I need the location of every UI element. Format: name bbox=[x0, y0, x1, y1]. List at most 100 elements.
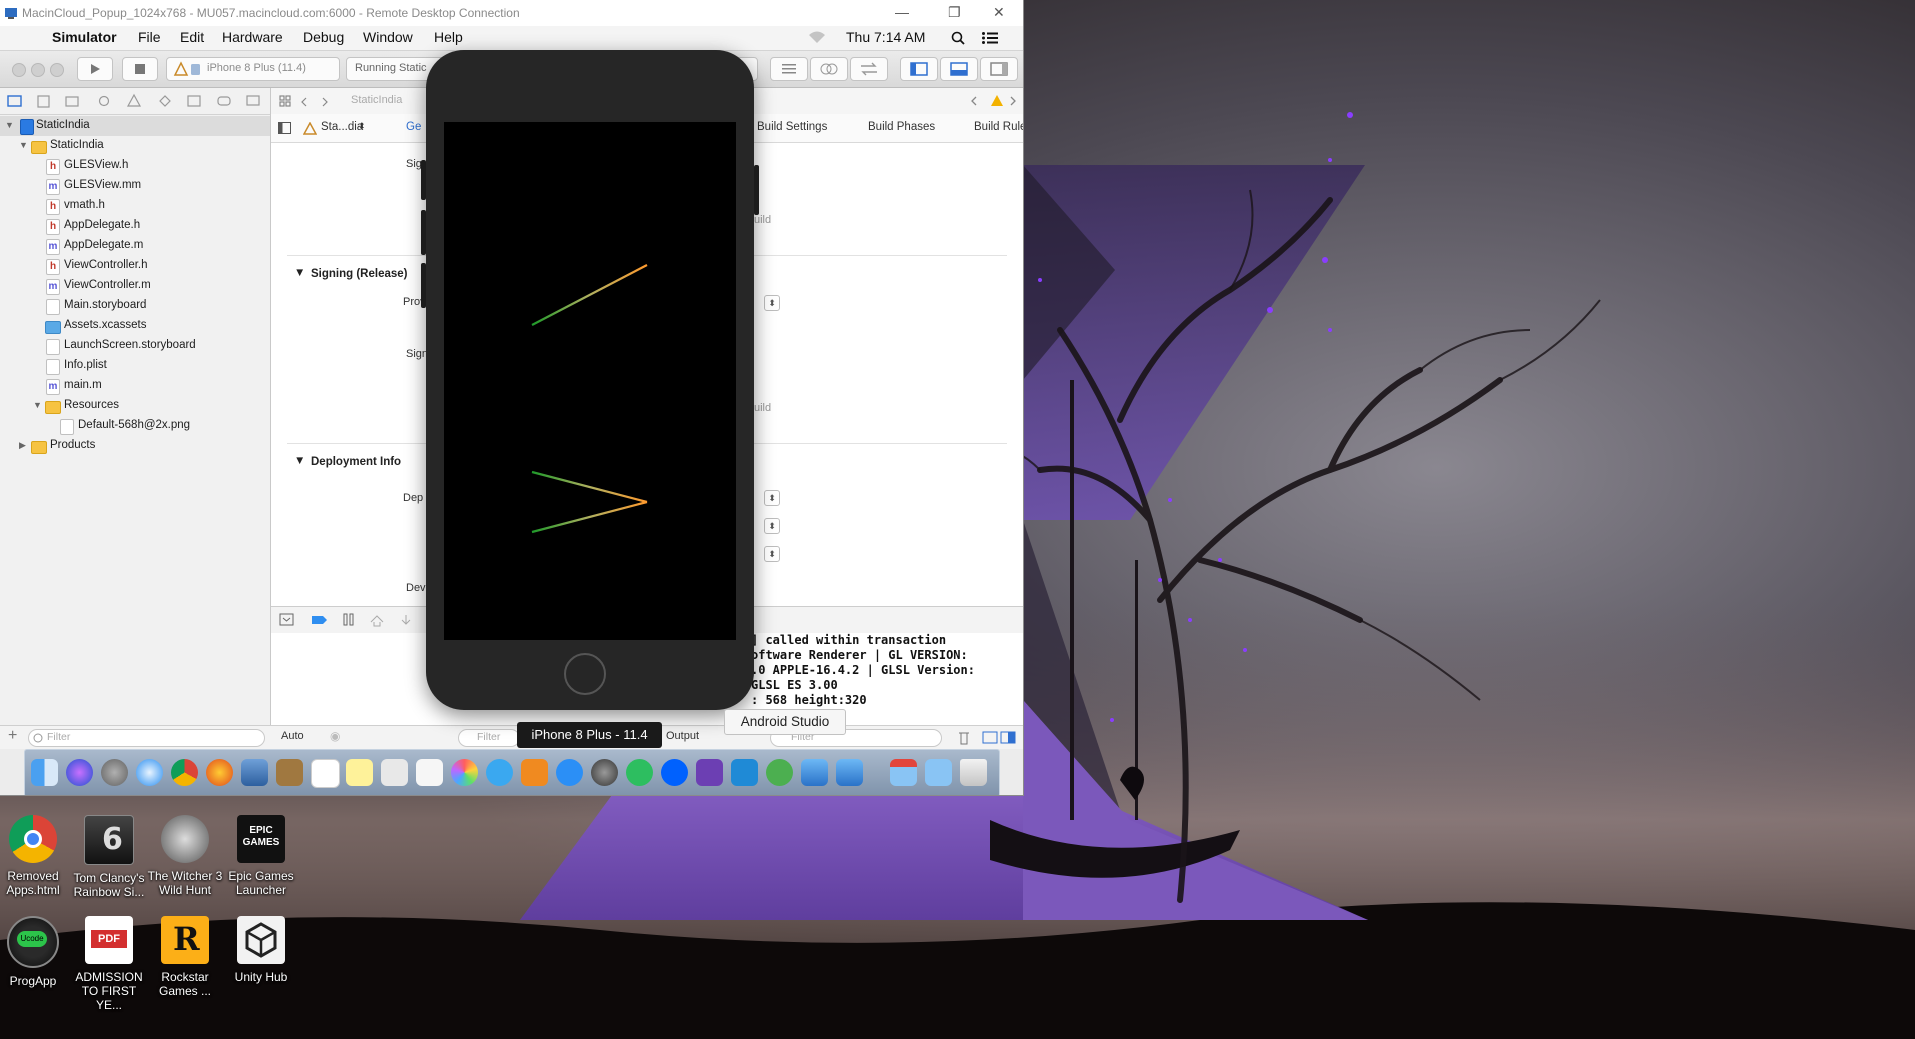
scheme-selector[interactable]: iPhone 8 Plus (11.4) bbox=[166, 57, 340, 81]
notification-center-icon[interactable] bbox=[982, 32, 998, 44]
desktop-icon-unity-hub[interactable]: Unity Hub bbox=[221, 916, 301, 984]
sidebar-toggle-icon[interactable] bbox=[278, 122, 292, 135]
desktop-icon-rainbow-six[interactable]: 6 Tom Clancy's Rainbow Si... bbox=[69, 815, 149, 899]
power-button[interactable] bbox=[754, 165, 759, 215]
deployment-target-popup[interactable]: ⬍ bbox=[764, 490, 780, 506]
tab-build-rules[interactable]: Build Rule bbox=[974, 121, 1023, 133]
notes-icon[interactable] bbox=[346, 759, 373, 786]
navigator-filter-input[interactable]: Filter bbox=[28, 729, 265, 747]
disclosure-open-icon[interactable]: ▼ bbox=[33, 400, 42, 410]
siri-icon[interactable] bbox=[66, 759, 93, 786]
add-icon[interactable]: + bbox=[8, 727, 17, 745]
android-studio-icon[interactable] bbox=[766, 759, 793, 786]
tree-row-file[interactable]: Default-568h@2x.png bbox=[0, 416, 270, 436]
chrome-icon[interactable] bbox=[171, 759, 198, 786]
output-popup[interactable]: Output bbox=[666, 730, 699, 742]
wifi-icon[interactable] bbox=[808, 30, 826, 44]
simulator-screen[interactable] bbox=[444, 122, 736, 640]
trash-and-layout-icons[interactable] bbox=[956, 730, 1020, 746]
desktop-icon-progapp[interactable]: Ucode ProgApp bbox=[0, 916, 73, 988]
target-selector[interactable]: Sta...dia bbox=[321, 121, 363, 133]
restore-button[interactable]: ❐ bbox=[948, 4, 961, 21]
tab-general[interactable]: Ge bbox=[406, 121, 421, 133]
evernote-icon[interactable] bbox=[626, 759, 653, 786]
target-chevron-icon[interactable]: ⬍ bbox=[358, 121, 366, 132]
disclosure-closed-icon[interactable]: ▶ bbox=[19, 440, 26, 451]
ibooks-icon[interactable] bbox=[521, 759, 548, 786]
home-button[interactable] bbox=[564, 653, 606, 695]
tree-row-file[interactable]: m ViewController.m bbox=[0, 276, 270, 296]
preview-icon[interactable] bbox=[241, 759, 268, 786]
traffic-light-zoom[interactable] bbox=[50, 63, 64, 77]
xcode-icon-2[interactable] bbox=[836, 759, 863, 786]
tree-row-file[interactable]: m GLESView.mm bbox=[0, 176, 270, 196]
toggle-inspector-button[interactable] bbox=[980, 57, 1018, 81]
tree-row-file[interactable]: h AppDelegate.h bbox=[0, 216, 270, 236]
assistant-editor-button[interactable] bbox=[810, 57, 848, 81]
contacts-icon[interactable] bbox=[276, 759, 303, 786]
jump-bar-file[interactable]: StaticIndia bbox=[351, 94, 402, 106]
auto-variables-popup[interactable]: Auto bbox=[281, 730, 304, 742]
safari-icon[interactable] bbox=[136, 759, 163, 786]
tree-row-file[interactable]: h GLESView.h bbox=[0, 156, 270, 176]
tree-row-file[interactable]: Assets.xcassets bbox=[0, 316, 270, 336]
tree-row-file[interactable]: m AppDelegate.m bbox=[0, 236, 270, 256]
desktop-icon-admission-pdf[interactable]: PDF ADMISSION TO FIRST YE... bbox=[69, 916, 149, 1012]
documents-folder-icon[interactable] bbox=[925, 759, 952, 786]
tree-row-folder[interactable]: ▼ StaticIndia bbox=[0, 136, 270, 156]
eye-icon[interactable]: ◉ bbox=[330, 729, 340, 743]
minimize-button[interactable]: — bbox=[895, 4, 909, 20]
variables-filter-input[interactable]: Filter bbox=[458, 729, 520, 747]
jump-bar-nav-icons[interactable] bbox=[279, 95, 339, 109]
launchpad-icon[interactable] bbox=[101, 759, 128, 786]
photos-icon[interactable] bbox=[451, 759, 478, 786]
visual-studio-icon[interactable] bbox=[696, 759, 723, 786]
menu-app-name[interactable]: Simulator bbox=[52, 29, 117, 45]
app-store-icon[interactable] bbox=[556, 759, 583, 786]
messages-icon[interactable] bbox=[486, 759, 513, 786]
vscode-icon[interactable] bbox=[731, 759, 758, 786]
trash-icon[interactable] bbox=[960, 759, 987, 786]
tree-row-file[interactable]: Info.plist bbox=[0, 356, 270, 376]
tab-build-phases[interactable]: Build Phases bbox=[868, 121, 935, 133]
desktop-icon-epic-games[interactable]: EPIC GAMES Epic Games Launcher bbox=[221, 815, 301, 897]
toggle-navigator-button[interactable] bbox=[900, 57, 938, 81]
menubar-clock[interactable]: Thu 7:14 AM bbox=[846, 29, 925, 45]
volume-up-button[interactable] bbox=[421, 210, 426, 255]
firefox-icon[interactable] bbox=[206, 759, 233, 786]
tree-row-folder[interactable]: ▼ Resources bbox=[0, 396, 270, 416]
finder-icon[interactable] bbox=[31, 759, 58, 786]
provisioning-popup[interactable]: ⬍ bbox=[764, 295, 780, 311]
volume-down-button[interactable] bbox=[421, 263, 426, 308]
debug-controls-icons[interactable] bbox=[279, 612, 429, 628]
issue-warning-icon[interactable] bbox=[971, 94, 1021, 108]
downloads-folder-icon[interactable] bbox=[890, 759, 917, 786]
xcode-icon[interactable] bbox=[801, 759, 828, 786]
stop-button[interactable] bbox=[122, 57, 158, 81]
menu-hardware[interactable]: Hardware bbox=[222, 29, 283, 45]
standard-editor-button[interactable] bbox=[770, 57, 808, 81]
close-button[interactable]: ✕ bbox=[993, 4, 1005, 21]
tree-row-file[interactable]: Main.storyboard bbox=[0, 296, 270, 316]
tab-build-settings[interactable]: Build Settings bbox=[757, 121, 827, 133]
tree-row-file[interactable]: h vmath.h bbox=[0, 196, 270, 216]
menu-debug[interactable]: Debug bbox=[303, 29, 344, 45]
main-interface-popup[interactable]: ⬍ bbox=[764, 546, 780, 562]
disclosure-open-icon[interactable]: ▼ bbox=[294, 267, 305, 279]
maps-icon[interactable] bbox=[381, 759, 408, 786]
tree-row-file[interactable]: m main.m bbox=[0, 376, 270, 396]
navigator-tab-icons[interactable] bbox=[0, 88, 270, 114]
menu-help[interactable]: Help bbox=[434, 29, 463, 45]
desktop-icon-witcher[interactable]: The Witcher 3 Wild Hunt bbox=[145, 815, 225, 897]
disclosure-open-icon[interactable]: ▼ bbox=[294, 455, 305, 467]
desktop-icon-rockstar[interactable]: R Rockstar Games ... bbox=[145, 916, 225, 998]
tree-row-project[interactable]: ▼ StaticIndia bbox=[0, 116, 270, 136]
tree-row-file[interactable]: LaunchScreen.storyboard bbox=[0, 336, 270, 356]
tree-row-file[interactable]: h ViewController.h bbox=[0, 256, 270, 276]
menu-window[interactable]: Window bbox=[363, 29, 413, 45]
reminders-icon[interactable] bbox=[416, 759, 443, 786]
system-preferences-icon[interactable] bbox=[591, 759, 618, 786]
traffic-light-close[interactable] bbox=[12, 63, 26, 77]
dropbox-icon[interactable] bbox=[661, 759, 688, 786]
traffic-light-minimize[interactable] bbox=[31, 63, 45, 77]
